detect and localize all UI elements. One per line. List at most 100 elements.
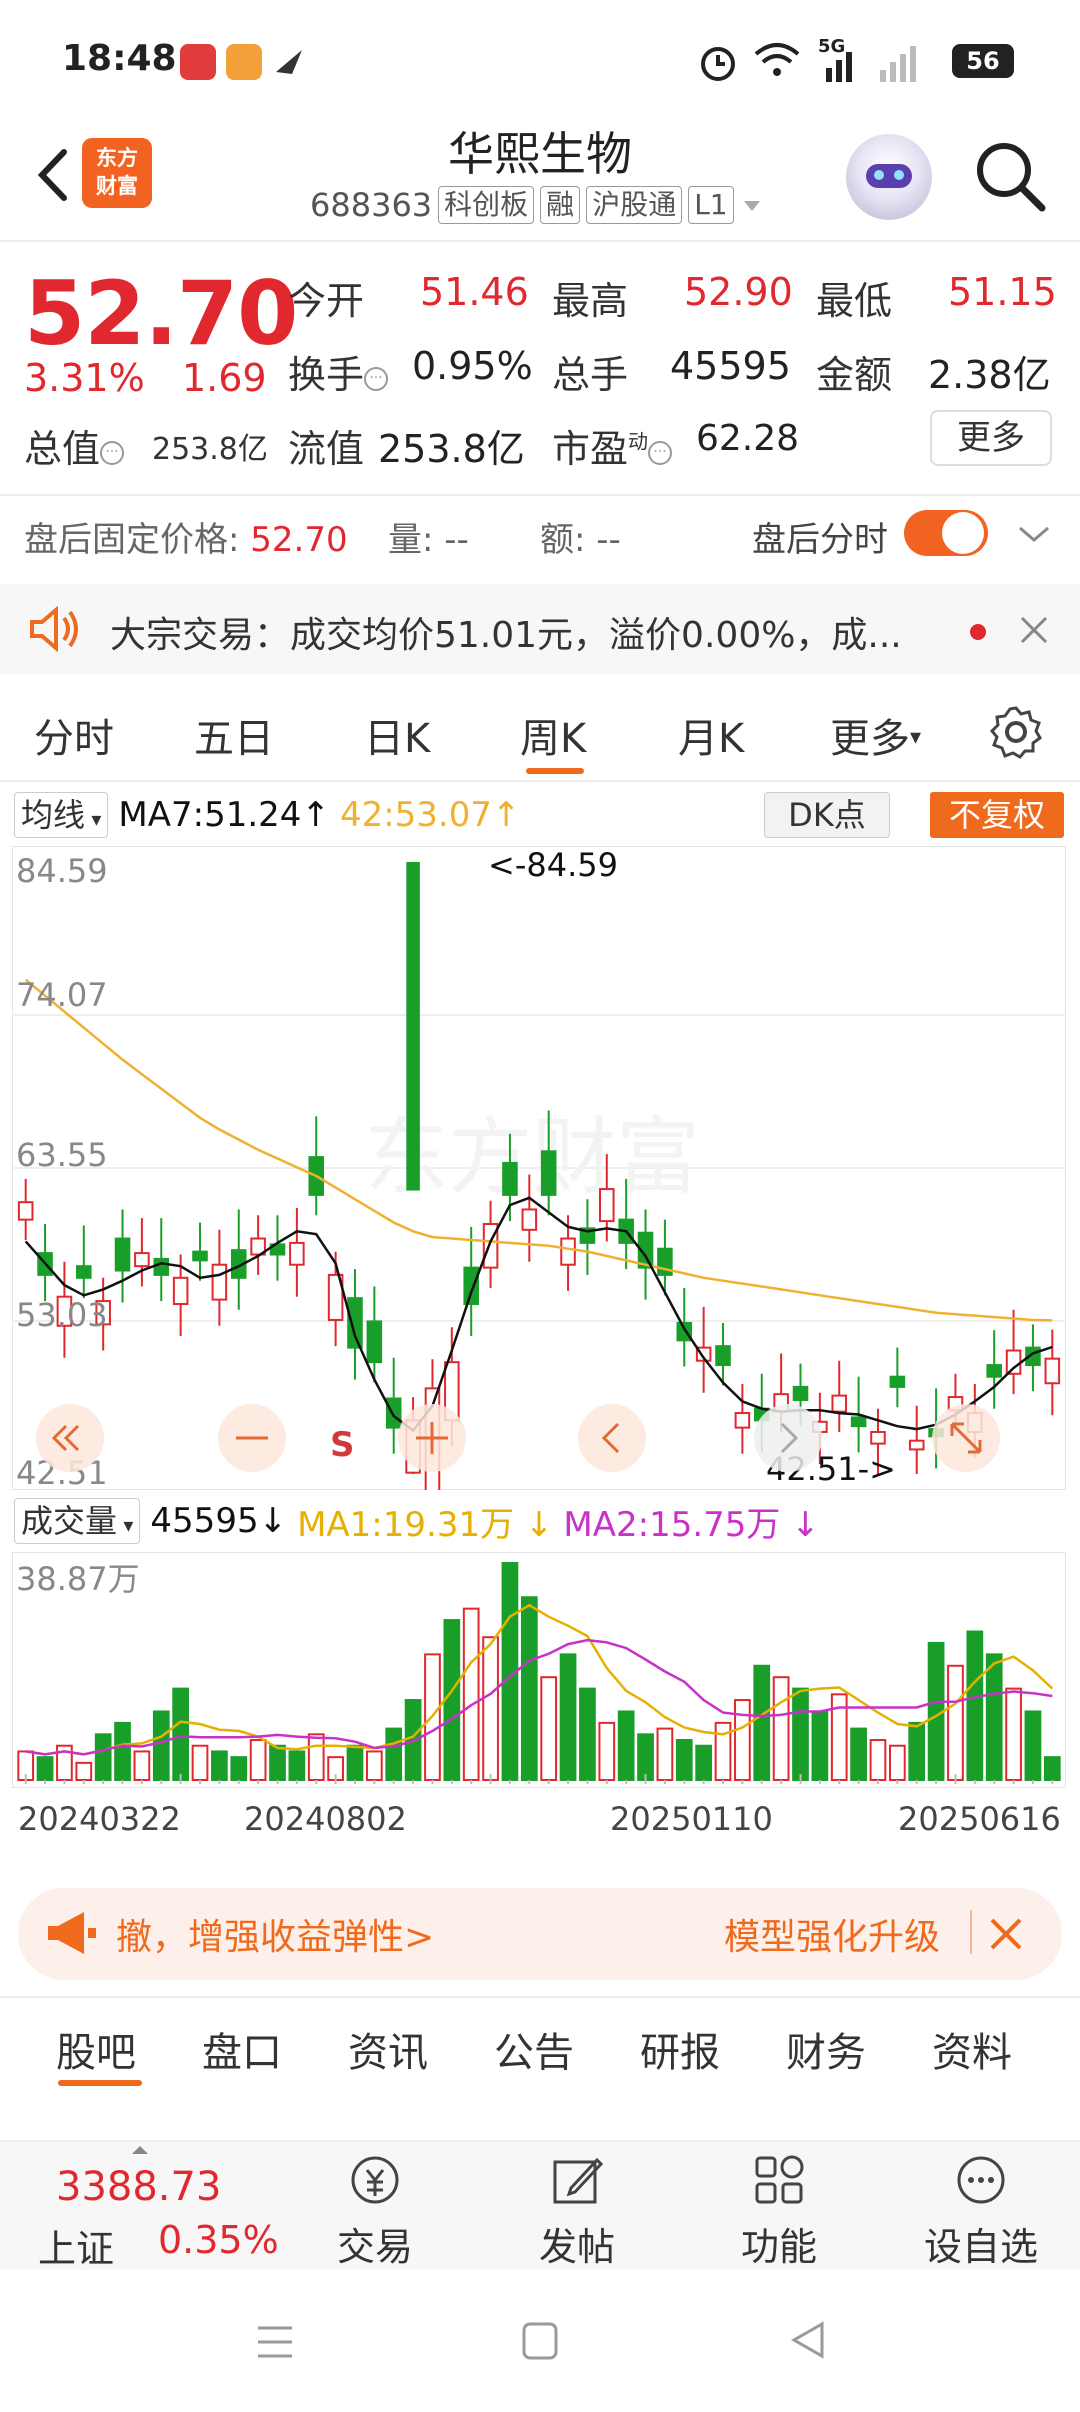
tab-five-day[interactable]: 五日 <box>194 706 274 764</box>
y-axis-label: 84.59 <box>16 852 108 890</box>
candle-body <box>889 1375 906 1388</box>
candle-body <box>211 1263 228 1301</box>
grid-icon <box>755 2155 804 2204</box>
divider <box>0 240 1080 242</box>
tab-research[interactable]: 研报 <box>640 2020 720 2078</box>
scroll-left-button <box>578 1404 646 1472</box>
volume-bar <box>966 1630 984 1781</box>
tab-profile[interactable]: 资料 <box>932 2020 1012 2078</box>
low-value: 51.15 <box>948 270 1057 314</box>
volume-value: 45595↓ <box>150 1501 288 1541</box>
search-icon[interactable] <box>972 138 1048 214</box>
tab-daily-k[interactable]: 日K <box>364 706 430 764</box>
volume-bar <box>792 1687 809 1781</box>
ma7-value: MA7:51.24↑ <box>118 795 330 835</box>
mcap-value: 253.8亿 <box>152 432 268 467</box>
nav-post[interactable]: 发帖 <box>512 2150 642 2271</box>
after-hours-timeshare-label: 盘后分时 <box>752 520 888 560</box>
tag-connect: 沪股通 <box>586 186 683 224</box>
tab-finance[interactable]: 财务 <box>786 2020 866 2078</box>
back-button[interactable] <box>26 140 86 210</box>
back-nav-icon[interactable] <box>786 2318 828 2362</box>
candle-body <box>1005 1349 1022 1375</box>
volume-bar <box>385 1727 403 1781</box>
caret-up-icon <box>132 2146 148 2154</box>
y-axis-label: 63.55 <box>16 1136 108 1174</box>
close-icon[interactable] <box>986 1914 1026 1954</box>
tab-weekly-k[interactable]: 周K <box>520 706 586 764</box>
turnover-value: 0.95% <box>412 344 533 388</box>
tab-announcements[interactable]: 公告 <box>494 2020 574 2078</box>
candle-body <box>172 1276 189 1305</box>
ma-legend: 均线 ▾ MA7:51.24↑ 42:53.07↑ <box>14 790 520 840</box>
send-icon <box>276 50 302 74</box>
volume-bar <box>152 1710 170 1781</box>
volume-bar <box>1005 1687 1022 1781</box>
date-label: 20240322 <box>18 1800 181 1838</box>
app-notification-icon <box>180 44 216 80</box>
chevron-down-icon[interactable] <box>1016 520 1052 548</box>
menu-icon[interactable] <box>254 2322 296 2362</box>
index-change-pct[interactable]: 0.35% <box>158 2218 279 2262</box>
stock-name: 华熙生物 <box>448 127 632 181</box>
date-label: 20240802 <box>244 1800 407 1838</box>
info-icon: ··· <box>648 441 673 465</box>
no-adjust-button[interactable]: 不复权 <box>930 792 1064 838</box>
volume-bar <box>908 1721 926 1782</box>
scroll-right-button <box>754 1404 822 1472</box>
volume-bar <box>637 1733 654 1781</box>
max-price-marker: <-84.59 <box>488 846 618 884</box>
candlestick-chart[interactable]: 东方财富 84.59 74.07 63.55 53.03 42.51 <-84.… <box>12 846 1066 1490</box>
volume-indicator-select[interactable]: 成交量 ▾ <box>14 1498 141 1544</box>
nav-trade[interactable]: 交易 <box>310 2150 440 2271</box>
megaphone-icon <box>48 1912 96 1954</box>
open-value: 51.46 <box>420 270 529 314</box>
volume-bar <box>579 1687 596 1781</box>
volume-bar <box>656 1727 674 1781</box>
speaker-icon <box>30 605 78 653</box>
volume-frame <box>12 1552 1066 1788</box>
open-label: 今开 <box>288 279 365 323</box>
candle-body <box>385 1397 402 1429</box>
index-value[interactable]: 3388.73 <box>56 2164 221 2210</box>
nav-add-watchlist[interactable]: 设自选 <box>916 2150 1046 2271</box>
home-icon[interactable] <box>520 2320 560 2362</box>
volume-bar <box>695 1744 713 1782</box>
volume-bar <box>191 1744 209 1782</box>
volume-chart[interactable]: 38.87万 <box>12 1552 1066 1788</box>
volume-bar <box>617 1710 635 1781</box>
index-name[interactable]: 上证 <box>38 2218 114 2273</box>
nav-functions[interactable]: 功能 <box>714 2150 844 2271</box>
candle-body <box>850 1416 867 1428</box>
tab-order-book[interactable]: 盘口 <box>202 2020 282 2078</box>
tab-more[interactable]: 更多▾ <box>830 706 921 764</box>
candle-body <box>406 862 420 1191</box>
volume-bar <box>598 1721 616 1782</box>
more-button[interactable]: 更多 <box>930 410 1052 466</box>
pe-value: 62.28 <box>696 418 800 459</box>
tab-monthly-k[interactable]: 月K <box>678 706 744 764</box>
float-label: 流值 <box>288 427 365 471</box>
volume-bar <box>172 1687 190 1781</box>
volume-bar <box>75 1761 93 1782</box>
tab-news[interactable]: 资讯 <box>348 2020 428 2078</box>
dropdown-icon[interactable] <box>740 193 764 217</box>
dk-point-button[interactable]: DK点 <box>764 792 890 838</box>
settings-icon[interactable] <box>988 704 1044 760</box>
volume-bar <box>307 1733 325 1781</box>
volume-bar <box>559 1653 577 1781</box>
volume-bar <box>734 1699 751 1782</box>
volume-bar <box>1043 1756 1061 1781</box>
promo-divider <box>970 1910 972 1954</box>
volume-bar <box>114 1721 131 1782</box>
ai-assistant-icon[interactable] <box>846 134 932 220</box>
tab-guba[interactable]: 股吧 <box>56 2020 136 2078</box>
tab-intraday[interactable]: 分时 <box>34 706 114 764</box>
candle-body <box>986 1364 1002 1378</box>
close-icon[interactable] <box>1016 612 1052 648</box>
candle-body <box>134 1252 150 1268</box>
current-price: 52.70 <box>24 262 298 365</box>
volume-bar <box>811 1710 829 1781</box>
y-axis-label: 74.07 <box>16 976 108 1014</box>
ma-select[interactable]: 均线 ▾ <box>14 792 109 838</box>
